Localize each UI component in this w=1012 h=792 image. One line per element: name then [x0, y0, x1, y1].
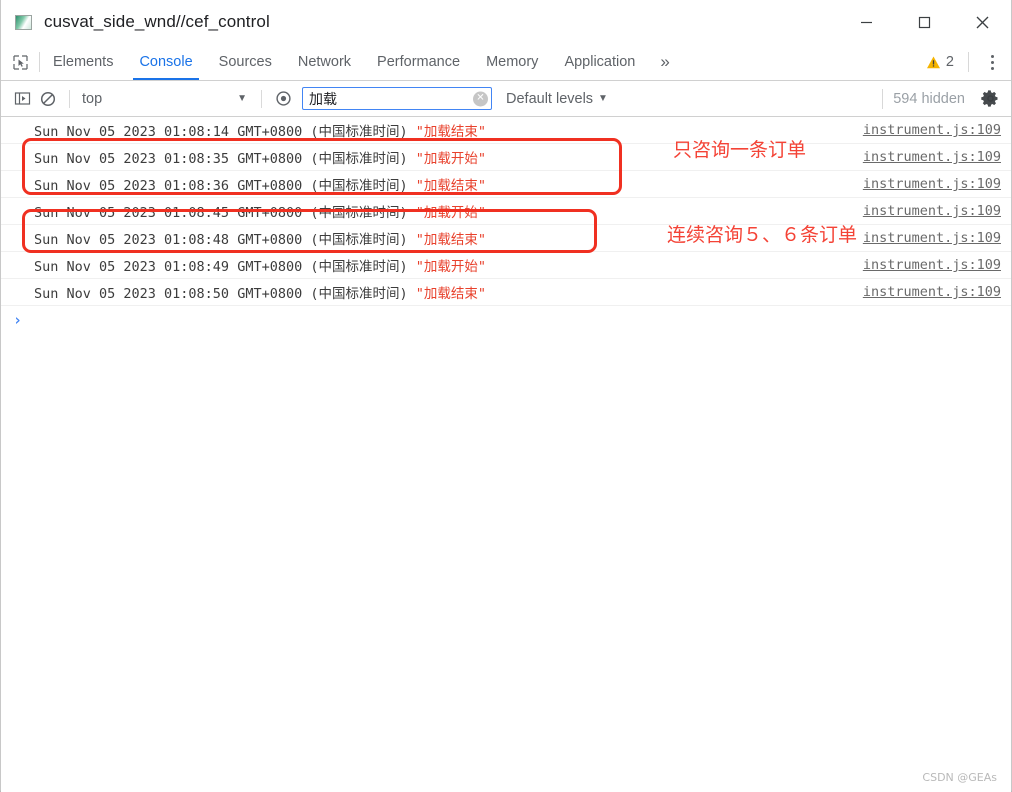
show-console-sidebar-icon[interactable] — [9, 86, 35, 112]
watermark: CSDN @GEAs — [922, 771, 997, 784]
toolbar-right-group: 594 hidden — [872, 81, 1003, 116]
chevron-down-icon: ▼ — [237, 93, 247, 104]
warning-badge[interactable]: 2 — [922, 54, 958, 70]
window-titlebar: cusvat_side_wnd//cef_control — [1, 0, 1011, 44]
console-source-link[interactable]: instrument.js:109 — [863, 284, 1001, 300]
console-row[interactable]: Sun Nov 05 2023 01:08:48 GMT+0800 (中国标准时… — [1, 225, 1011, 252]
console-message-quoted: "加载开始" — [415, 205, 486, 221]
console-source-link[interactable]: instrument.js:109 — [863, 122, 1001, 138]
console-source-link[interactable]: instrument.js:109 — [863, 230, 1001, 246]
maximize-button[interactable] — [895, 0, 953, 44]
console-message-quoted: "加载结束" — [415, 286, 486, 302]
toolbar-right-divider — [882, 88, 884, 109]
execution-context-select[interactable]: top ▼ — [78, 91, 253, 107]
console-prompt[interactable]: › — [1, 306, 1011, 333]
tab-performance[interactable]: Performance — [364, 44, 473, 80]
console-toolbar: top ▼ ✕ Default levels ▼ 594 hidden — [1, 81, 1011, 117]
console-message-quoted: "加载结束" — [415, 178, 486, 194]
tab-sources[interactable]: Sources — [206, 44, 285, 80]
log-levels-select[interactable]: Default levels ▼ — [506, 91, 614, 107]
console-row[interactable]: Sun Nov 05 2023 01:08:36 GMT+0800 (中国标准时… — [1, 171, 1011, 198]
window-controls — [837, 0, 1011, 44]
hidden-messages-count: 594 hidden — [893, 90, 965, 107]
tabbar-right-divider — [968, 52, 969, 72]
settings-gear-icon[interactable] — [977, 86, 1003, 112]
console-message-prefix: Sun Nov 05 2023 01:08:45 GMT+0800 (中国标准时… — [34, 205, 416, 221]
console-source-link[interactable]: instrument.js:109 — [863, 149, 1001, 165]
tab-console[interactable]: Console — [126, 44, 205, 80]
console-message-prefix: Sun Nov 05 2023 01:08:49 GMT+0800 (中国标准时… — [34, 259, 416, 275]
window-title: cusvat_side_wnd//cef_control — [44, 12, 270, 31]
console-filter: ✕ — [302, 87, 492, 110]
tab-application[interactable]: Application — [551, 44, 648, 80]
console-message-text: Sun Nov 05 2023 01:08:36 GMT+0800 (中国标准时… — [34, 174, 863, 194]
clear-filter-icon[interactable]: ✕ — [473, 91, 488, 106]
minimize-button[interactable] — [837, 0, 895, 44]
more-tabs-icon[interactable]: » — [648, 44, 681, 80]
chevron-down-icon: ▼ — [598, 93, 608, 104]
console-message-prefix: Sun Nov 05 2023 01:08:35 GMT+0800 (中国标准时… — [34, 151, 416, 167]
log-levels-label: Default levels — [506, 90, 594, 107]
tab-memory[interactable]: Memory — [473, 44, 551, 80]
live-expression-icon[interactable] — [270, 86, 296, 112]
console-message-prefix: Sun Nov 05 2023 01:08:36 GMT+0800 (中国标准时… — [34, 178, 416, 194]
annotation-text-second: 连续咨询５、６条订单 — [667, 224, 858, 246]
tab-elements[interactable]: Elements — [40, 44, 126, 80]
tabbar-right-group: 2 — [922, 44, 1011, 80]
execution-context-label: top — [82, 90, 103, 107]
tab-network[interactable]: Network — [285, 44, 364, 80]
console-message-prefix: Sun Nov 05 2023 01:08:50 GMT+0800 (中国标准时… — [34, 286, 416, 302]
toolbar-separator-2 — [261, 89, 262, 108]
prompt-caret-icon: › — [13, 310, 23, 329]
annotation-text-first: 只咨询一条订单 — [673, 139, 807, 161]
console-message-quoted: "加载开始" — [415, 151, 486, 167]
console-message-prefix: Sun Nov 05 2023 01:08:48 GMT+0800 (中国标准时… — [34, 232, 416, 248]
warning-triangle-icon — [926, 56, 940, 68]
clear-console-icon[interactable] — [35, 86, 61, 112]
console-row[interactable]: Sun Nov 05 2023 01:08:45 GMT+0800 (中国标准时… — [1, 198, 1011, 225]
console-message-text: Sun Nov 05 2023 01:08:50 GMT+0800 (中国标准时… — [34, 282, 863, 302]
console-source-link[interactable]: instrument.js:109 — [863, 257, 1001, 273]
warning-count: 2 — [945, 54, 954, 70]
console-row[interactable]: Sun Nov 05 2023 01:08:49 GMT+0800 (中国标准时… — [1, 252, 1011, 279]
console-row[interactable]: Sun Nov 05 2023 01:08:50 GMT+0800 (中国标准时… — [1, 279, 1011, 306]
toolbar-separator-1 — [69, 89, 70, 108]
console-message-quoted: "加载结束" — [415, 232, 486, 248]
console-source-link[interactable]: instrument.js:109 — [863, 176, 1001, 192]
devtools-tab-list: Elements Console Sources Network Perform… — [40, 44, 682, 80]
more-options-icon[interactable] — [979, 44, 1005, 80]
console-message-quoted: "加载开始" — [415, 259, 486, 275]
app-window-icon — [15, 14, 32, 30]
devtools-tabbar: Elements Console Sources Network Perform… — [1, 44, 1011, 81]
console-source-link[interactable]: instrument.js:109 — [863, 203, 1001, 219]
inspect-element-icon[interactable] — [1, 44, 39, 80]
close-button[interactable] — [953, 0, 1011, 44]
console-row[interactable]: Sun Nov 05 2023 01:08:14 GMT+0800 (中国标准时… — [1, 117, 1011, 144]
console-message-text: Sun Nov 05 2023 01:08:49 GMT+0800 (中国标准时… — [34, 255, 863, 275]
console-message-text: Sun Nov 05 2023 01:08:45 GMT+0800 (中国标准时… — [34, 201, 863, 221]
filter-input[interactable] — [302, 87, 492, 110]
console-row[interactable]: Sun Nov 05 2023 01:08:35 GMT+0800 (中国标准时… — [1, 144, 1011, 171]
console-message-quoted: "加载结束" — [415, 124, 486, 140]
devtools-window: cusvat_side_wnd//cef_control Elements Co… — [0, 0, 1012, 792]
console-message-list[interactable]: Sun Nov 05 2023 01:08:14 GMT+0800 (中国标准时… — [1, 117, 1011, 792]
console-message-prefix: Sun Nov 05 2023 01:08:14 GMT+0800 (中国标准时… — [34, 124, 416, 140]
